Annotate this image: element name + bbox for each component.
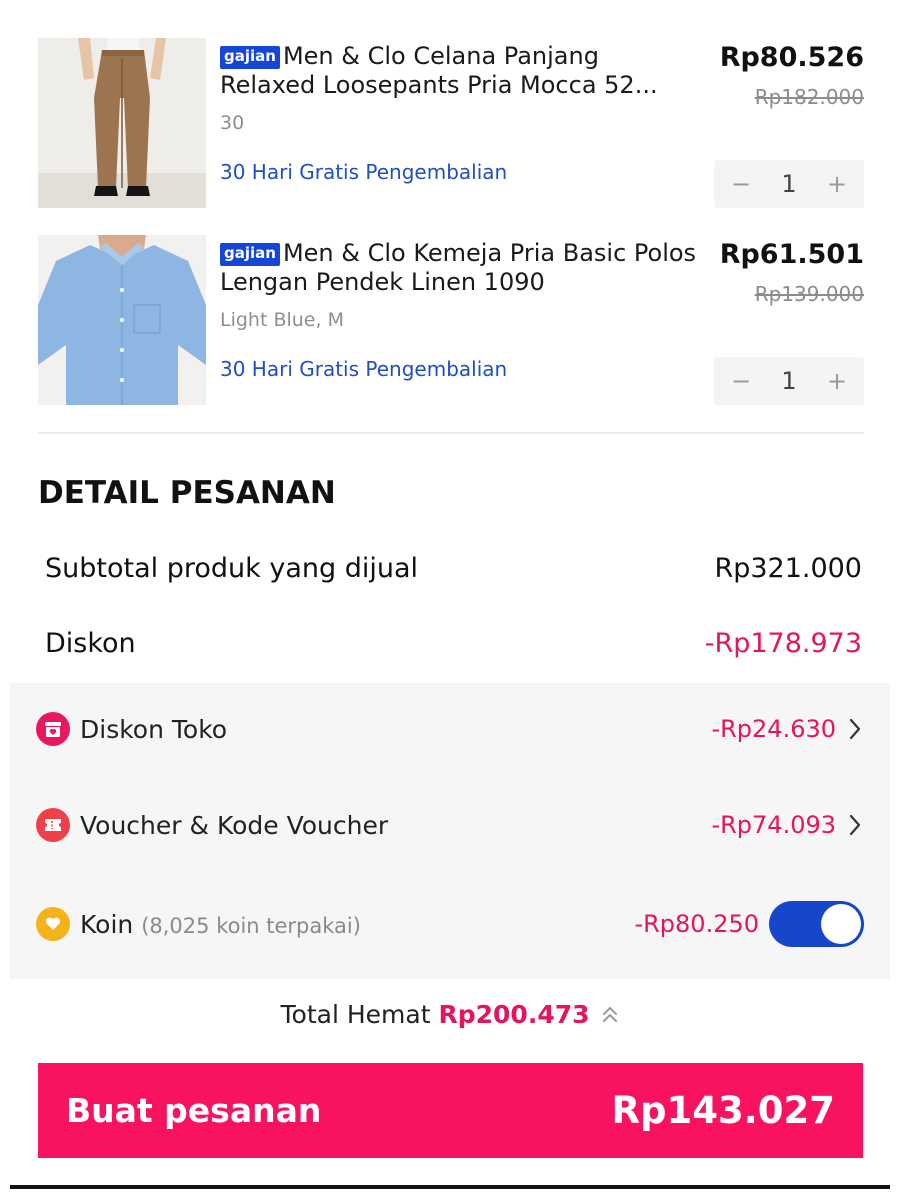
coin-used-note: (8,025 koin terpakai) <box>141 913 361 938</box>
ticket-icon <box>36 808 70 842</box>
product-price: Rp61.501 <box>719 239 864 270</box>
subtotal-label: Subtotal produk yang dijual <box>45 553 419 584</box>
product-variant[interactable]: Light Blue, M <box>220 309 700 331</box>
quantity-value[interactable]: 1 <box>781 170 796 198</box>
coin-label: Koin <box>80 909 134 939</box>
product-name-text: Men & Clo Kemeja Pria Basic Polos Lengan… <box>220 239 697 296</box>
product-image-pants[interactable] <box>38 38 206 208</box>
quantity-decrease-button[interactable]: − <box>730 367 752 395</box>
subtotal-value: Rp321.000 <box>714 553 862 584</box>
chevron-right-icon[interactable] <box>846 716 864 742</box>
quantity-stepper: − 1 + <box>714 357 864 405</box>
voucher-value: -Rp74.093 <box>711 811 836 839</box>
chevron-right-icon[interactable] <box>846 812 864 838</box>
quantity-decrease-button[interactable]: − <box>730 170 752 198</box>
section-divider <box>38 432 864 434</box>
quantity-stepper: − 1 + <box>714 160 864 208</box>
discount-row: Diskon -Rp178.973 <box>45 628 862 659</box>
pants-image <box>38 38 206 208</box>
product-price: Rp80.526 <box>719 42 864 73</box>
product-variant[interactable]: 30 <box>220 112 700 134</box>
coin-label-wrap: Koin (8,025 koin terpakai) <box>80 910 361 939</box>
store-discount-label: Diskon Toko <box>80 714 228 744</box>
coin-row: Koin (8,025 koin terpakai) -Rp80.250 <box>36 901 864 947</box>
free-return-link[interactable]: 30 Hari Gratis Pengembalian <box>220 160 700 184</box>
product-name[interactable]: gajian Men & Clo Celana Panjang Relaxed L… <box>220 42 700 100</box>
discount-breakdown-panel: Diskon Toko -Rp24.630 Voucher & Kode Vou… <box>10 683 890 979</box>
store-discount-row[interactable]: Diskon Toko -Rp24.630 <box>36 707 864 751</box>
home-indicator <box>10 1185 890 1189</box>
product-original-price: Rp139.000 <box>754 282 864 306</box>
product-name-text: Men & Clo Celana Panjang Relaxed Loosepa… <box>220 42 658 99</box>
coin-toggle[interactable] <box>769 901 864 947</box>
free-return-link[interactable]: 30 Hari Gratis Pengembalian <box>220 357 700 381</box>
gajian-badge: gajian <box>220 243 280 266</box>
quantity-increase-button[interactable]: + <box>826 170 848 198</box>
product-original-price: Rp182.000 <box>754 85 864 109</box>
cart-item: gajian Men & Clo Kemeja Pria Basic Polos … <box>38 235 864 405</box>
subtotal-row: Subtotal produk yang dijual Rp321.000 <box>45 553 862 584</box>
quantity-increase-button[interactable]: + <box>826 367 848 395</box>
gajian-badge: gajian <box>220 46 280 69</box>
voucher-label: Voucher & Kode Voucher <box>80 810 389 840</box>
product-image-shirt[interactable] <box>38 235 206 405</box>
coin-value: -Rp80.250 <box>634 910 759 938</box>
coin-heart-icon <box>36 907 70 941</box>
toggle-knob <box>821 904 861 944</box>
total-savings[interactable]: Total Hemat Rp200.473 <box>0 1000 900 1029</box>
order-detail-title: DETAIL PESANAN <box>38 475 336 511</box>
order-total-amount: Rp143.027 <box>611 1089 836 1132</box>
voucher-row[interactable]: Voucher & Kode Voucher -Rp74.093 <box>36 803 864 847</box>
total-savings-value: Rp200.473 <box>438 1000 590 1029</box>
discount-label: Diskon <box>45 628 136 659</box>
total-savings-label: Total Hemat <box>280 1000 431 1029</box>
store-discount-value: -Rp24.630 <box>711 715 836 743</box>
shirt-image <box>38 235 206 405</box>
place-order-label: Buat pesanan <box>66 1091 322 1130</box>
double-chevron-up-icon[interactable] <box>601 1005 619 1025</box>
quantity-value[interactable]: 1 <box>781 367 796 395</box>
store-icon <box>36 712 70 746</box>
cart-item: gajian Men & Clo Celana Panjang Relaxed L… <box>38 38 864 208</box>
product-name[interactable]: gajian Men & Clo Kemeja Pria Basic Polos … <box>220 239 700 297</box>
discount-value: -Rp178.973 <box>704 628 862 659</box>
place-order-button[interactable]: Buat pesanan Rp143.027 <box>38 1063 863 1158</box>
